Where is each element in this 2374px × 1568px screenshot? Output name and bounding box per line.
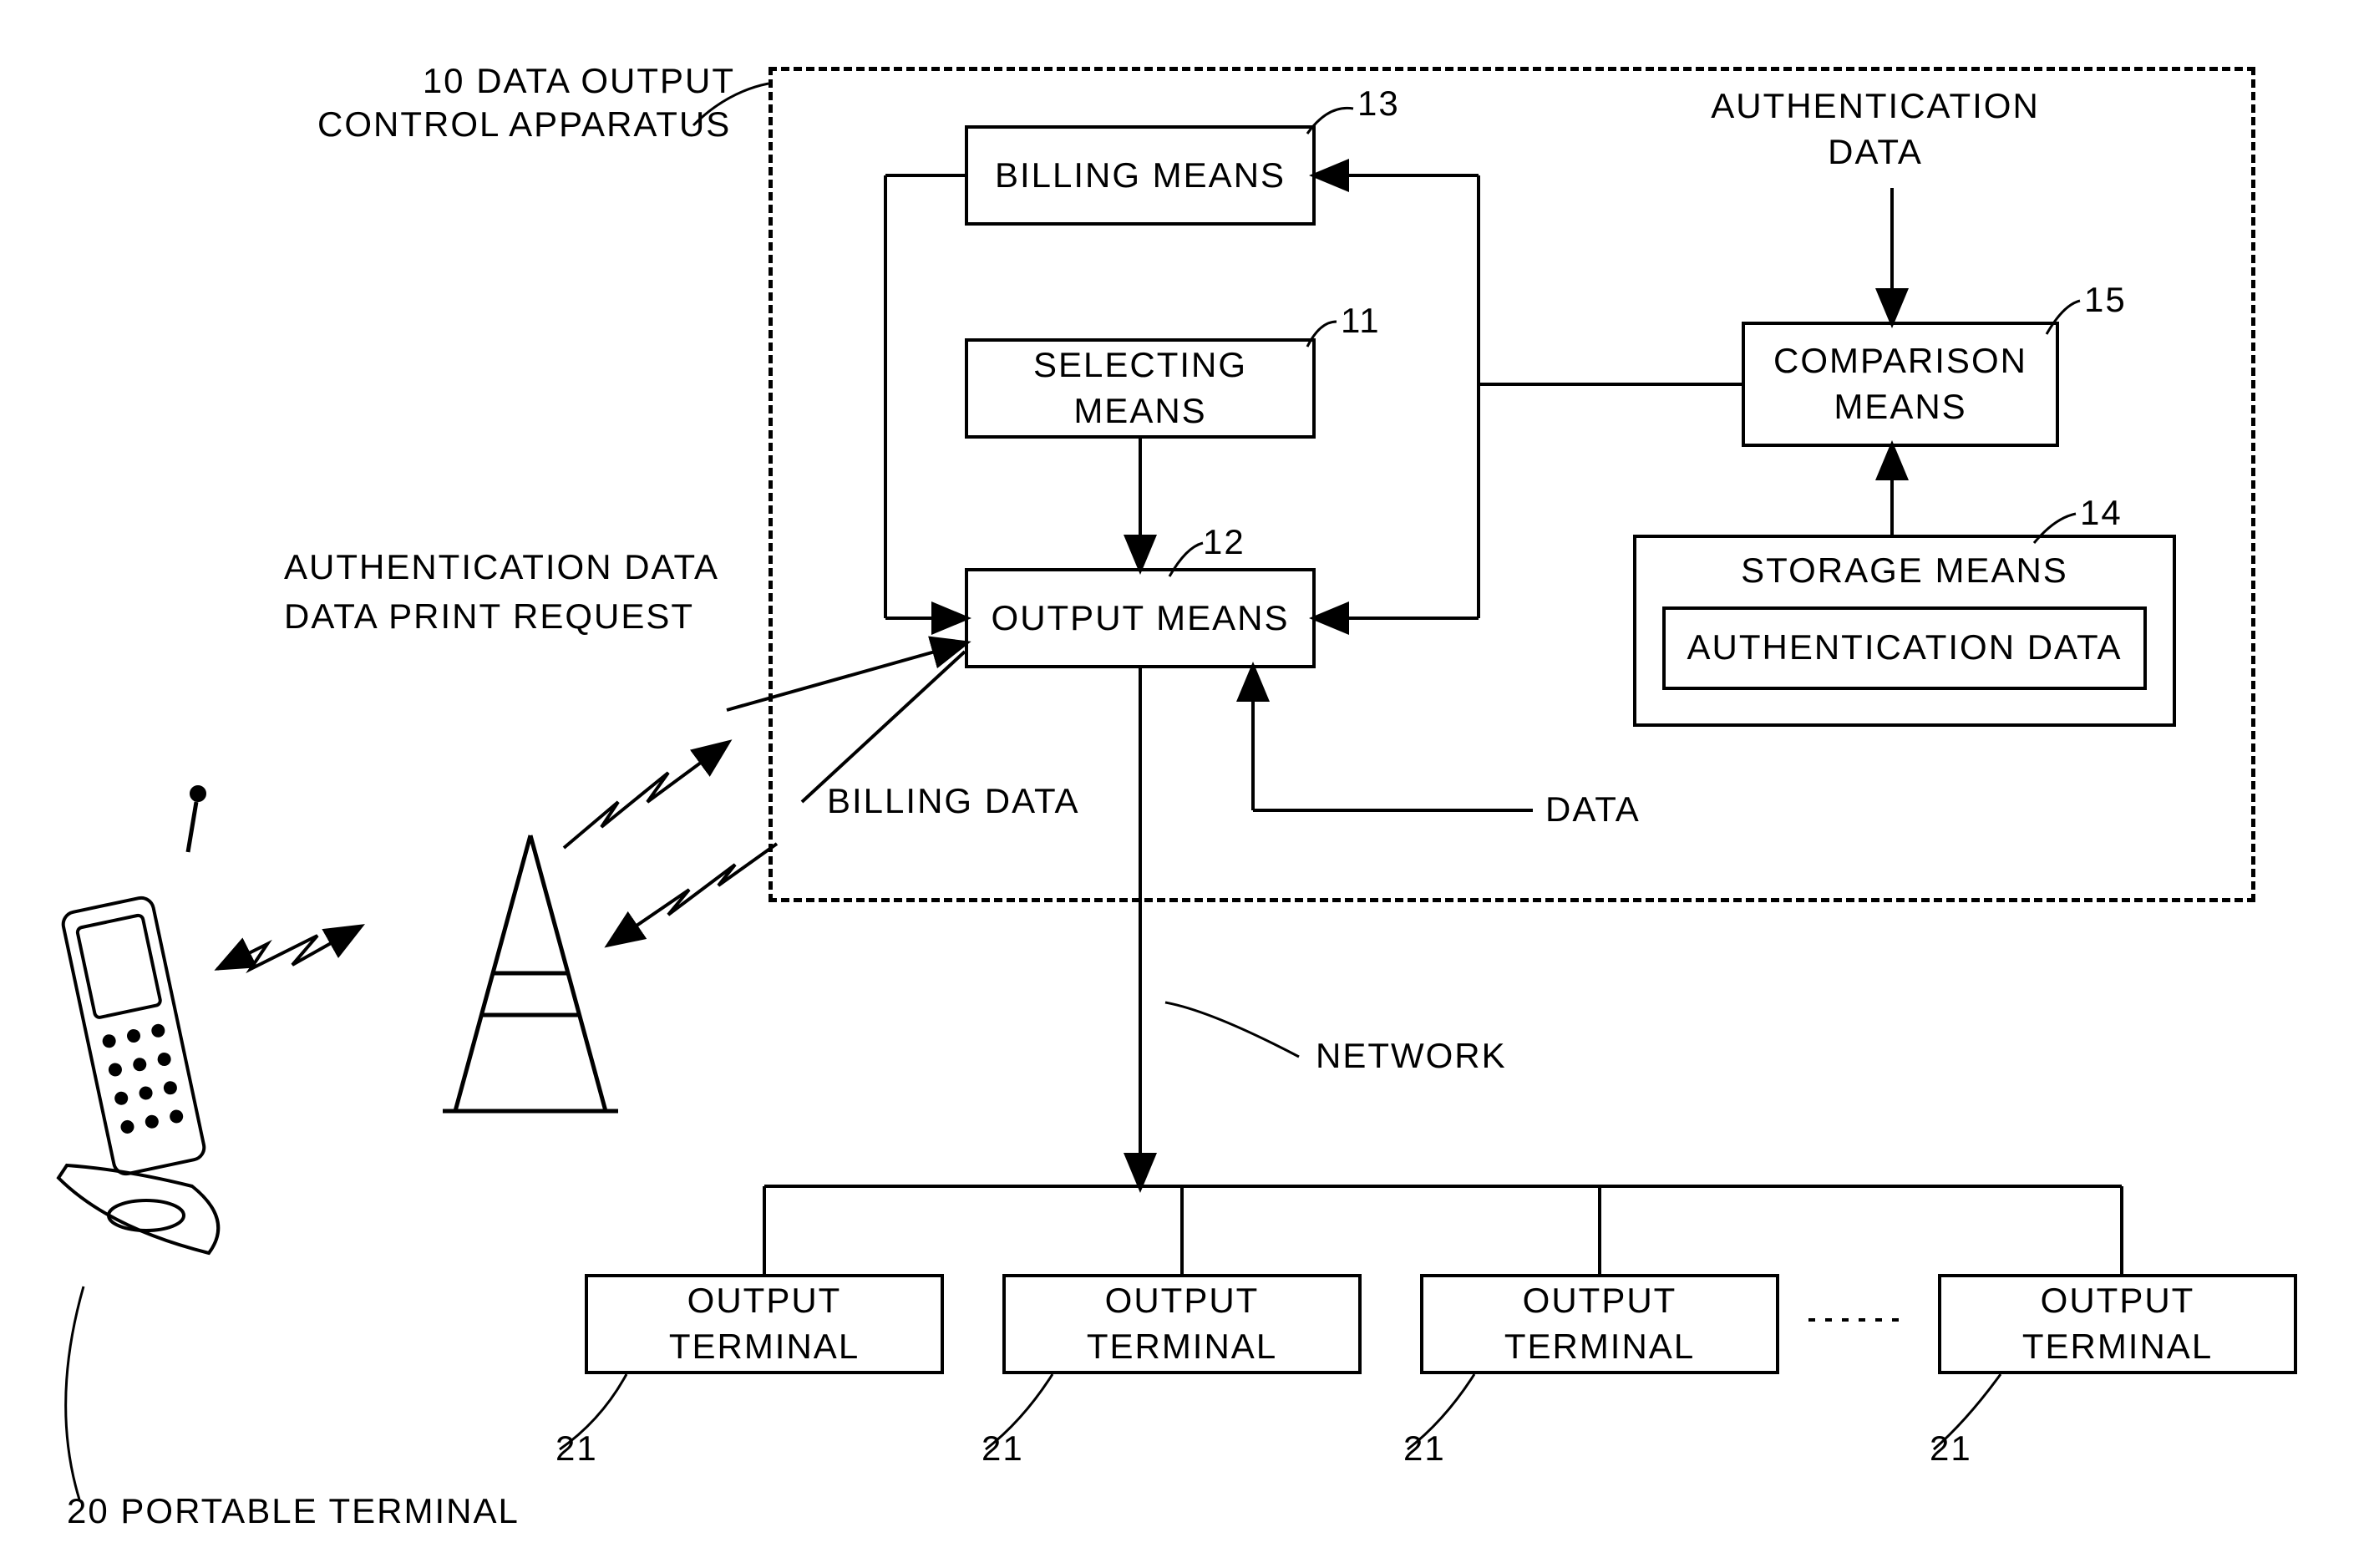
portable-terminal-label: 20 PORTABLE TERMINAL — [67, 1491, 520, 1531]
output-ref: 12 — [1203, 522, 1245, 562]
output-means-label: OUTPUT MEANS — [992, 596, 1290, 642]
auth-data-inner-box: AUTHENTICATION DATA — [1662, 606, 2147, 690]
output-terminal-2: OUTPUT TERMINAL — [1002, 1274, 1362, 1374]
output-means-box: OUTPUT MEANS — [965, 568, 1316, 668]
output-terminal-1: OUTPUT TERMINAL — [585, 1274, 944, 1374]
terminal-4-ref: 21 — [1930, 1428, 1972, 1469]
billing-data-label: BILLING DATA — [827, 781, 1080, 821]
output-terminal-4: OUTPUT TERMINAL — [1938, 1274, 2297, 1374]
network-label: NETWORK — [1316, 1036, 1507, 1076]
selecting-ref: 11 — [1341, 301, 1381, 341]
antenna-icon — [443, 835, 618, 1111]
apparatus-ref-label2: CONTROL APPARATUS — [317, 104, 731, 145]
terminal-3-ref: 21 — [1403, 1428, 1446, 1469]
auth-data-label: AUTHENTICATION DATA — [1687, 84, 2063, 175]
output-terminal-4-label: OUTPUT TERMINAL — [1941, 1278, 2294, 1369]
comparison-means-box: COMPARISON MEANS — [1742, 322, 2059, 447]
terminal-1-ref: 21 — [555, 1428, 598, 1469]
auth-request-label: AUTHENTICATION DATA DATA PRINT REQUEST — [284, 543, 719, 642]
selecting-means-box: SELECTING MEANS — [965, 338, 1316, 439]
output-terminal-1-label: OUTPUT TERMINAL — [588, 1278, 941, 1369]
output-terminal-3-label: OUTPUT TERMINAL — [1423, 1278, 1776, 1369]
output-terminal-3: OUTPUT TERMINAL — [1420, 1274, 1779, 1374]
phone-icon — [58, 787, 218, 1253]
storage-means-label: STORAGE MEANS — [1741, 548, 2068, 594]
billing-means-box: BILLING MEANS — [965, 125, 1316, 226]
output-terminal-2-label: OUTPUT TERMINAL — [1006, 1278, 1358, 1369]
terminal-2-ref: 21 — [982, 1428, 1024, 1469]
auth-data-inner-label: AUTHENTICATION DATA — [1687, 625, 2123, 671]
comparison-ref: 15 — [2084, 280, 2127, 320]
selecting-means-label: SELECTING MEANS — [968, 343, 1312, 434]
storage-means-box: STORAGE MEANS AUTHENTICATION DATA — [1633, 535, 2176, 727]
apparatus-ref-label: 10 DATA OUTPUT — [317, 58, 735, 104]
billing-means-label: BILLING MEANS — [995, 153, 1286, 199]
comparison-means-label: COMPARISON MEANS — [1773, 338, 2027, 429]
data-label: DATA — [1545, 789, 1641, 830]
billing-ref: 13 — [1357, 84, 1400, 124]
storage-ref: 14 — [2080, 493, 2123, 533]
